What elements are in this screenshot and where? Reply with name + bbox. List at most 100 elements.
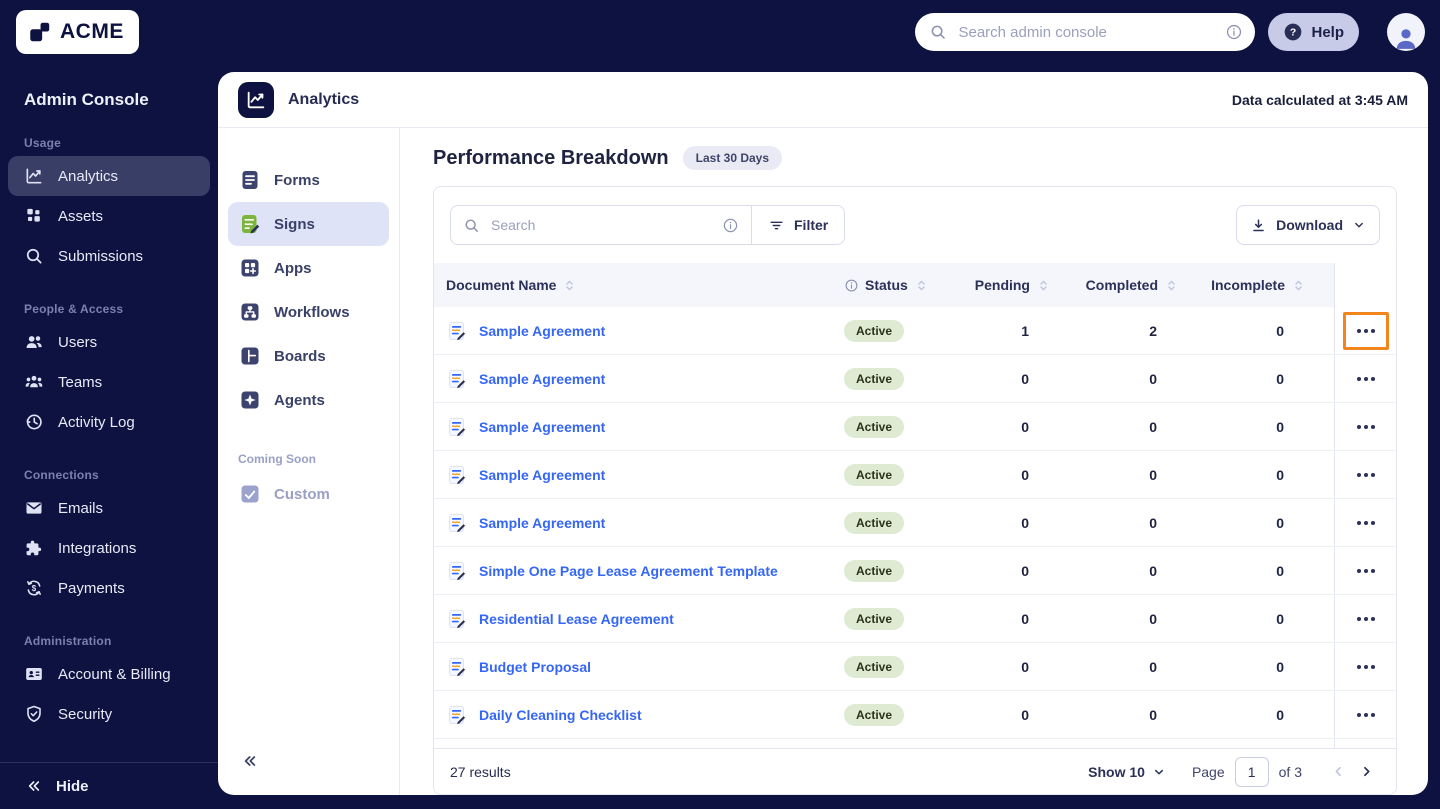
row-actions-button[interactable]: [1348, 462, 1384, 488]
product-nav-item-agents[interactable]: Agents: [228, 378, 389, 422]
sidebar-item-users[interactable]: Users: [0, 322, 218, 362]
sidebar-item-analytics[interactable]: Analytics: [8, 156, 210, 196]
row-actions-button[interactable]: [1348, 606, 1384, 632]
sidebar-item-assets[interactable]: Assets: [0, 196, 218, 236]
incomplete-cell: 0: [1276, 658, 1284, 675]
column-header-incomplete[interactable]: Incomplete: [1187, 263, 1314, 307]
hide-sidebar-button[interactable]: Hide: [0, 762, 218, 809]
document-name-cell: Budget Proposal: [434, 643, 844, 690]
sort-icon[interactable]: [1036, 278, 1051, 293]
info-icon[interactable]: [722, 217, 739, 234]
next-page-button[interactable]: [1352, 758, 1380, 786]
table-header: Document Name Status Pending Completed I…: [434, 263, 1396, 307]
sort-icon[interactable]: [914, 278, 929, 293]
row-actions-button[interactable]: [1348, 366, 1384, 392]
highlight-box: [1343, 360, 1389, 398]
panel-title: Analytics: [288, 90, 360, 108]
table-row: Residential Lease Agreement Active 0 0 0: [434, 595, 1396, 643]
row-actions-button[interactable]: [1348, 558, 1384, 584]
page-size-select[interactable]: Show 10: [1088, 764, 1166, 780]
sort-icon[interactable]: [1164, 278, 1179, 293]
sidebar-item-integrations[interactable]: Integrations: [0, 528, 218, 568]
row-spacer: [1314, 403, 1334, 450]
incomplete-cell: 0: [1276, 466, 1284, 483]
table-row: Sample Agreement Active 0 0 0: [434, 499, 1396, 547]
product-nav-item-custom[interactable]: Custom: [228, 472, 389, 516]
product-nav-item-boards[interactable]: Boards: [228, 334, 389, 378]
previous-page-button[interactable]: [1324, 758, 1352, 786]
collapse-nav-button[interactable]: [242, 753, 258, 769]
info-icon[interactable]: [844, 278, 859, 293]
actions-cell: [1334, 499, 1396, 546]
actions-cell: [1334, 307, 1396, 354]
product-nav-item-workflows[interactable]: Workflows: [228, 290, 389, 334]
sidebar-item-payments[interactable]: $ Payments: [0, 568, 218, 608]
product-nav-label: Signs: [274, 215, 315, 233]
download-button[interactable]: Download: [1236, 205, 1380, 245]
document-link[interactable]: Sample Agreement: [479, 371, 605, 387]
document-link[interactable]: Budget Proposal: [479, 659, 591, 675]
search-icon: [929, 23, 947, 41]
filter-button[interactable]: Filter: [751, 205, 846, 245]
sidebar-item-submissions[interactable]: Submissions: [0, 236, 218, 276]
page-number-input[interactable]: [1234, 756, 1269, 787]
row-spacer: [1314, 595, 1334, 642]
status-badge: Active: [844, 511, 905, 534]
content-area: Performance Breakdown Last 30 Days Searc…: [400, 128, 1428, 795]
row-actions-button[interactable]: [1348, 702, 1384, 728]
document-link[interactable]: Sample Agreement: [479, 419, 605, 435]
table-card: Filter Download Docume: [433, 186, 1397, 748]
document-link[interactable]: Daily Cleaning Checklist: [479, 707, 642, 723]
table-search-input[interactable]: [489, 216, 713, 234]
sidebar-item-security[interactable]: Security: [0, 694, 218, 734]
column-header-status[interactable]: Status: [844, 263, 959, 307]
row-actions-button[interactable]: [1348, 318, 1384, 344]
info-icon[interactable]: [1225, 23, 1243, 41]
column-header-document-name[interactable]: Document Name: [434, 263, 844, 307]
help-button[interactable]: ? Help: [1268, 13, 1359, 51]
row-actions-button[interactable]: [1348, 654, 1384, 680]
product-nav-label: Custom: [274, 485, 330, 503]
product-nav-item-apps[interactable]: Apps: [228, 246, 389, 290]
document-name-cell: Sample Agreement: [434, 355, 844, 402]
hide-label: Hide: [56, 777, 89, 795]
sidebar-item-activity-log[interactable]: Activity Log: [0, 402, 218, 442]
chevron-down-icon: [1352, 218, 1366, 232]
status-badge: Active: [844, 703, 905, 726]
product-nav-label: Apps: [274, 259, 312, 277]
section-label-admin: Administration: [24, 634, 112, 648]
download-icon: [1250, 217, 1267, 234]
column-header-actions: [1334, 263, 1396, 307]
table-body: Sample Agreement Active 1 2 0 Sample Agr…: [434, 307, 1396, 739]
row-actions-button[interactable]: [1348, 414, 1384, 440]
status-badge: Active: [844, 319, 905, 342]
column-header-completed[interactable]: Completed: [1059, 263, 1187, 307]
document-link[interactable]: Residential Lease Agreement: [479, 611, 674, 627]
actions-cell: [1334, 355, 1396, 402]
user-avatar[interactable]: [1387, 13, 1425, 51]
page-size-label: Show 10: [1088, 763, 1145, 780]
document-link[interactable]: Simple One Page Lease Agreement Template: [479, 563, 778, 579]
document-link[interactable]: Sample Agreement: [479, 515, 605, 531]
pagination: Show 10 Page of 3: [1088, 756, 1380, 787]
product-nav-item-signs[interactable]: Signs: [228, 202, 389, 246]
row-actions-button[interactable]: [1348, 510, 1384, 536]
row-spacer: [1314, 643, 1334, 690]
submissions-icon: [24, 246, 44, 266]
product-nav-item-forms[interactable]: Forms: [228, 158, 389, 202]
sidebar-item-account-billing[interactable]: Account & Billing: [0, 654, 218, 694]
sort-icon[interactable]: [1291, 278, 1306, 293]
column-header-pending[interactable]: Pending: [959, 263, 1059, 307]
sort-icon[interactable]: [562, 278, 577, 293]
document-name-cell: Sample Agreement: [434, 307, 844, 354]
highlight-box: [1343, 600, 1389, 638]
admin-search-input[interactable]: [956, 22, 1217, 42]
sidebar-item-teams[interactable]: Teams: [0, 362, 218, 402]
product-nav-label: Boards: [274, 347, 326, 365]
document-link[interactable]: Sample Agreement: [479, 323, 605, 339]
document-link[interactable]: Sample Agreement: [479, 467, 605, 483]
acme-logo[interactable]: ACME: [16, 10, 139, 54]
sidebar-item-label: Analytics: [58, 167, 119, 185]
sidebar-item-emails[interactable]: Emails: [0, 488, 218, 528]
top-bar: ACME ? Help: [0, 0, 1440, 64]
